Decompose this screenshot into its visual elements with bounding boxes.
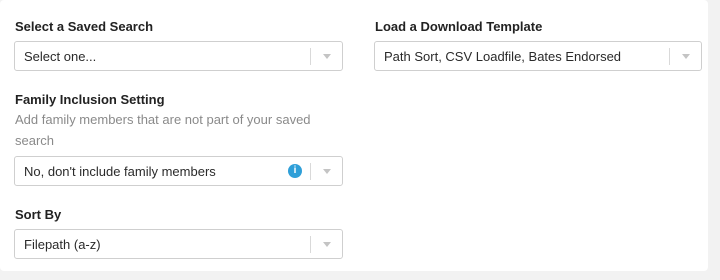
chevron-down-icon[interactable] bbox=[323, 54, 331, 59]
download-template-label: Load a Download Template bbox=[375, 19, 543, 34]
select-divider bbox=[669, 48, 670, 65]
select-divider bbox=[310, 163, 311, 180]
saved-search-label: Select a Saved Search bbox=[15, 19, 154, 34]
family-inclusion-value: No, don't include family members bbox=[24, 164, 216, 179]
family-inclusion-help-line2: search bbox=[15, 133, 55, 148]
sort-by-select[interactable]: Filepath (a-z) bbox=[14, 229, 343, 259]
chevron-down-icon[interactable] bbox=[682, 54, 690, 59]
select-divider bbox=[310, 236, 311, 253]
info-icon[interactable]: i bbox=[288, 164, 302, 178]
family-inclusion-help-line1: Add family members that are not part of … bbox=[15, 112, 311, 127]
saved-search-value: Select one... bbox=[24, 49, 97, 64]
sort-by-label: Sort By bbox=[15, 207, 62, 222]
download-template-select[interactable]: Path Sort, CSV Loadfile, Bates Endorsed bbox=[374, 41, 702, 71]
chevron-down-icon[interactable] bbox=[323, 242, 331, 247]
saved-search-select[interactable]: Select one... bbox=[14, 41, 343, 71]
download-template-value: Path Sort, CSV Loadfile, Bates Endorsed bbox=[384, 49, 622, 64]
download-settings-panel: Select a Saved Search Select one... Load… bbox=[0, 0, 708, 271]
family-inclusion-label: Family Inclusion Setting bbox=[15, 92, 165, 107]
sort-by-value: Filepath (a-z) bbox=[24, 237, 101, 252]
select-divider bbox=[310, 48, 311, 65]
chevron-down-icon[interactable] bbox=[323, 169, 331, 174]
family-inclusion-select[interactable]: No, don't include family members i bbox=[14, 156, 343, 186]
